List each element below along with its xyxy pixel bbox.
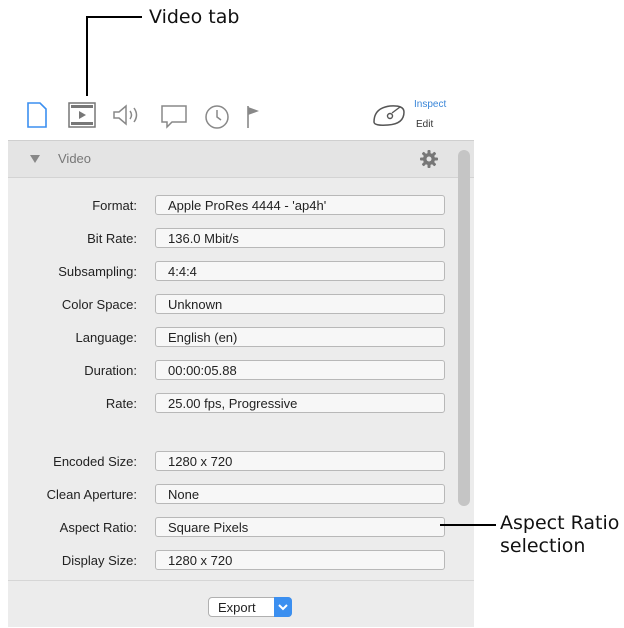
aspect-ratio-callout-line2: selection	[500, 535, 586, 557]
section-title: Video	[58, 151, 92, 166]
rate-label: Rate:	[105, 396, 137, 411]
bit-rate-label: Bit Rate:	[87, 231, 137, 246]
format-field: Apple ProRes 4444 - 'ap4h'	[155, 195, 445, 215]
disclosure-triangle-icon[interactable]	[30, 155, 40, 163]
subsampling-label: Subsampling:	[58, 264, 137, 279]
language-label: Language:	[75, 330, 137, 345]
speaker-icon[interactable]	[112, 103, 142, 127]
chevron-down-icon[interactable]	[274, 597, 292, 617]
color-space-field: Unknown	[155, 294, 445, 314]
clock-icon[interactable]	[204, 104, 230, 130]
color-space-label: Color Space:	[61, 297, 137, 312]
export-button[interactable]: Export	[208, 597, 292, 617]
aspect-ratio-field[interactable]: Square Pixels	[155, 517, 445, 537]
clean-aperture-label: Clean Aperture:	[46, 487, 137, 502]
gear-icon[interactable]	[418, 148, 440, 170]
edit-link[interactable]: Edit	[416, 119, 433, 130]
vertical-scrollbar[interactable]	[458, 150, 470, 506]
inspect-icon[interactable]	[370, 102, 410, 128]
format-label: Format:	[92, 198, 137, 213]
film-frame-icon[interactable]	[68, 102, 96, 128]
subsampling-field: 4:4:4	[155, 261, 445, 281]
speech-bubble-icon[interactable]	[160, 104, 188, 130]
display-size-field: 1280 x 720	[155, 550, 445, 570]
video-tab-callout-line	[86, 16, 142, 18]
video-tab-callout: Video tab	[149, 6, 240, 28]
aspect-ratio-label: Aspect Ratio:	[59, 520, 137, 535]
video-inspector-panel: Video Format: Apple ProRes 4444 - 'ap4h'…	[8, 140, 474, 627]
inspect-link[interactable]: Inspect	[414, 99, 446, 110]
document-icon[interactable]	[26, 101, 48, 129]
panel-footer: Export	[8, 580, 474, 627]
section-header[interactable]: Video	[8, 141, 474, 178]
rate-field: 25.00 fps, Progressive	[155, 393, 445, 413]
aspect-ratio-callout-line	[440, 524, 496, 526]
language-field: English (en)	[155, 327, 445, 347]
display-size-label: Display Size:	[61, 553, 137, 568]
encoded-size-field: 1280 x 720	[155, 451, 445, 471]
export-button-label: Export	[218, 600, 256, 615]
encoded-size-label: Encoded Size:	[53, 454, 137, 469]
aspect-ratio-callout-line1: Aspect Ratio	[500, 512, 620, 534]
clean-aperture-field: None	[155, 484, 445, 504]
video-tab-callout-line-vertical	[86, 16, 88, 96]
duration-field: 00:00:05.88	[155, 360, 445, 380]
duration-label: Duration:	[84, 363, 137, 378]
flag-icon[interactable]	[246, 104, 262, 130]
bit-rate-field: 136.0 Mbit/s	[155, 228, 445, 248]
